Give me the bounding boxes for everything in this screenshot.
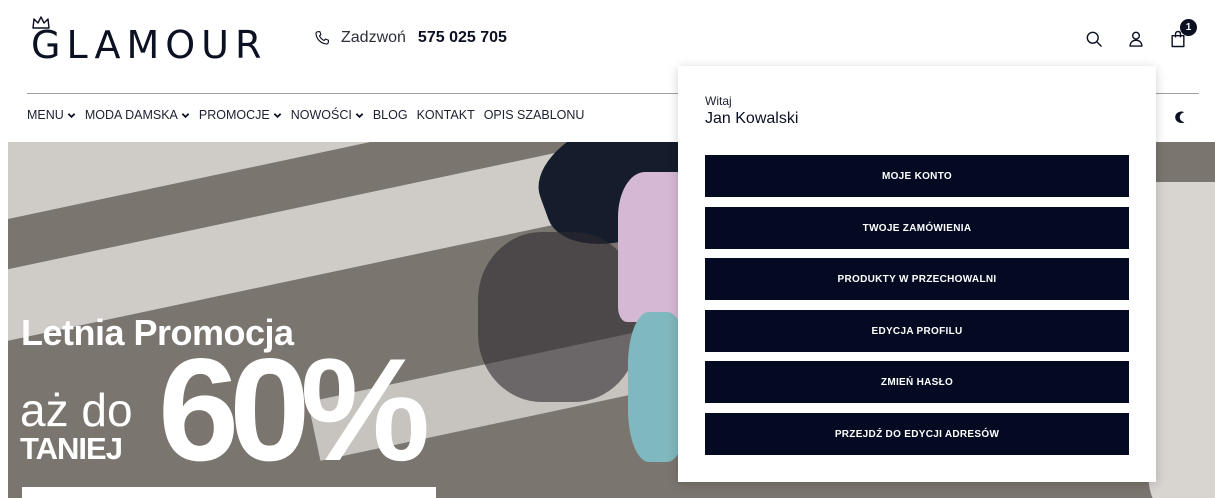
search-button[interactable] (1083, 28, 1105, 50)
edit-profile-button[interactable]: EDYCJA PROFILU (705, 310, 1129, 352)
wishlist-button[interactable]: PRODUKTY W PRZECHOWALNI (705, 258, 1129, 300)
nav-label: OPIS SZABLONU (483, 108, 585, 122)
phone-label: Zadzwoń (341, 29, 406, 46)
crown-icon (32, 16, 50, 29)
chevron-down-icon (273, 112, 282, 118)
chevron-down-icon (181, 112, 190, 118)
account-button[interactable] (1125, 28, 1147, 50)
nav-item-moda-damska[interactable]: MODA DAMSKA (85, 108, 190, 122)
chevron-down-icon (67, 112, 76, 118)
promo-percent: 60% (158, 328, 430, 491)
edit-addresses-button[interactable]: PRZEJDŹ DO EDYCJI ADRESÓW (705, 413, 1129, 455)
nav-item-menu[interactable]: MENU (27, 108, 76, 122)
nav-label: NOWOŚCI (290, 108, 352, 122)
nav-label: MENU (27, 108, 64, 122)
nav-label: PROMOCJE (198, 108, 270, 122)
user-name: Jan Kowalski (705, 110, 799, 127)
main-nav: MENU MODA DAMSKA PROMOCJE NOWOŚCI BLOG K… (27, 108, 584, 122)
change-password-button[interactable]: ZMIEŃ HASŁO (705, 361, 1129, 403)
right-stripe (1148, 182, 1215, 498)
promo-upto: aż do (20, 384, 133, 436)
phone-number[interactable]: 575 025 705 (418, 29, 507, 47)
nav-item-opis-szablonu[interactable]: OPIS SZABLONU (484, 108, 585, 122)
nav-label: BLOG (372, 108, 408, 122)
logo-text: GLAMOUR (31, 23, 268, 67)
greeting-label: Witaj (705, 94, 732, 108)
nav-label: KONTAKT (416, 108, 475, 122)
chevron-down-icon (355, 112, 364, 118)
user-icon (1129, 31, 1143, 47)
nav-item-blog[interactable]: BLOG (373, 108, 408, 122)
promo-cheaper: TANIEJ (20, 431, 123, 466)
my-orders-button[interactable]: TWOJE ZAMÓWIENIA (705, 207, 1129, 249)
moon-icon[interactable] (1172, 110, 1186, 124)
nav-label: MODA DAMSKA (84, 108, 178, 122)
account-dropdown: Witaj Jan Kowalski MOJE KONTO TWOJE ZAMÓ… (678, 66, 1156, 482)
shadow-shape (478, 232, 638, 402)
search-icon (1086, 31, 1102, 47)
nav-item-kontakt[interactable]: KONTAKT (417, 108, 475, 122)
cart-button[interactable]: 1 (1167, 19, 1197, 50)
my-account-button[interactable]: MOJE KONTO (705, 155, 1129, 197)
phone-icon (315, 31, 329, 45)
header-actions: 1 (1083, 19, 1197, 50)
logo[interactable]: GLAMOUR (31, 16, 267, 64)
phone-contact[interactable]: Zadzwoń 575 025 705 (313, 29, 507, 47)
cart-count-badge: 1 (1180, 19, 1197, 36)
nav-item-promocje[interactable]: PROMOCJE (199, 108, 282, 122)
hero-cta-bar[interactable] (22, 487, 436, 498)
nav-item-nowosci[interactable]: NOWOŚCI (291, 108, 364, 122)
